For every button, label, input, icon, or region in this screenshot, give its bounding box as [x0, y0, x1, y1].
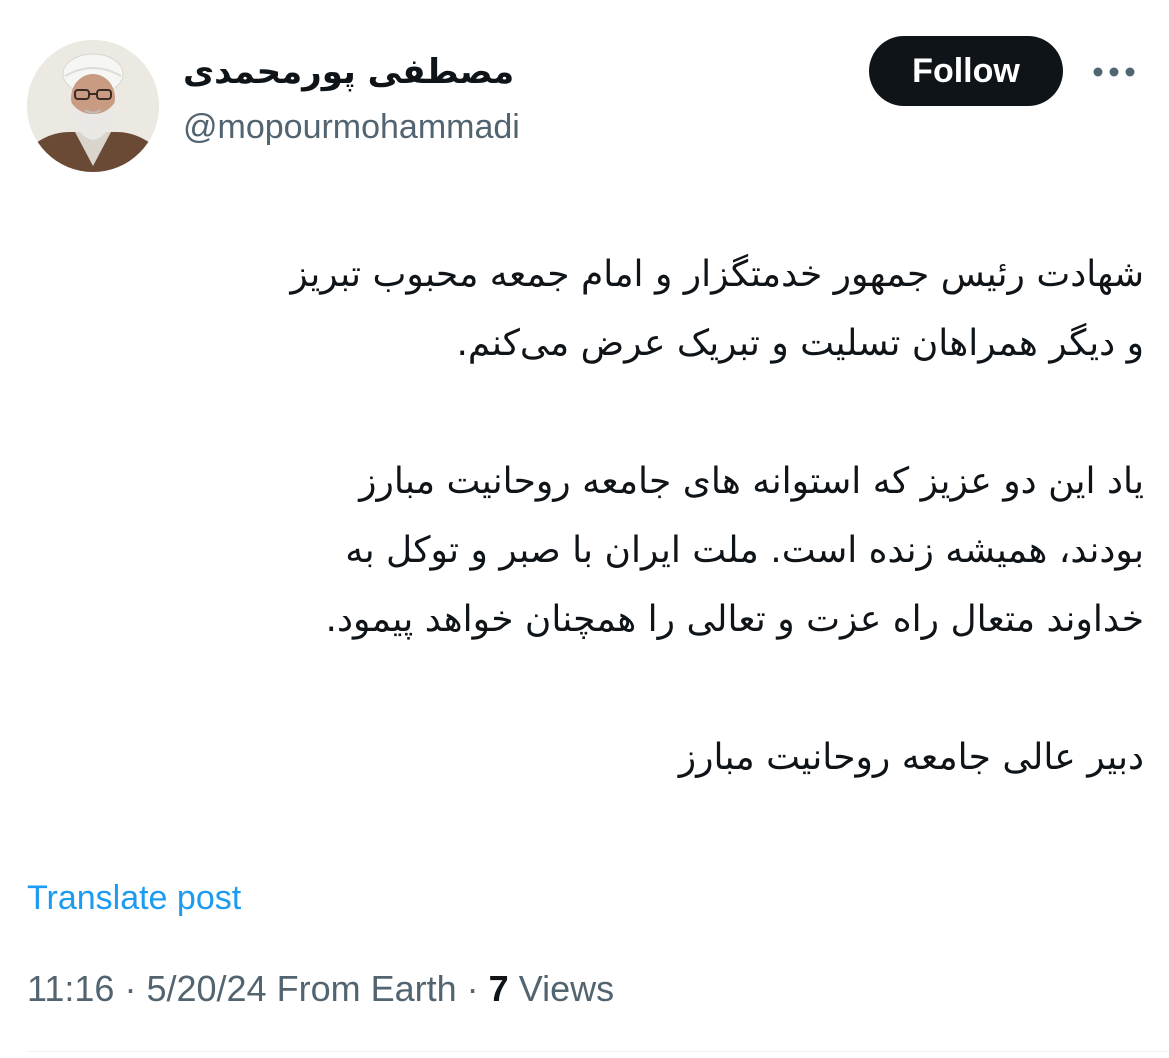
post-meta: 11:16 · 5/20/24 From Earth · 7 Views [27, 966, 614, 1012]
post-line: دبیر عالی جامعه روحانیت مبارز [678, 737, 1144, 778]
more-horizontal-icon [1093, 67, 1135, 77]
translate-post-link[interactable]: Translate post [27, 876, 241, 920]
follow-button[interactable]: Follow [869, 36, 1063, 106]
meta-separator: · [124, 968, 137, 1009]
more-options-button[interactable] [1088, 52, 1140, 92]
avatar[interactable] [27, 40, 159, 172]
views-label: Views [518, 968, 615, 1009]
meta-separator: · [466, 968, 479, 1009]
views-count: 7 [488, 968, 509, 1009]
post-line: یاد این دو عزیز که استوانه های جامعه روح… [359, 461, 1144, 502]
post-date[interactable]: 5/20/24 [146, 968, 266, 1009]
divider [27, 1051, 1169, 1052]
post-line: بودند، همیشه زنده است. ملت ایران با صبر … [345, 530, 1144, 571]
post-line: خداوند متعال راه عزت و تعالی را همچنان خ… [325, 599, 1144, 640]
post-time[interactable]: 11:16 [27, 968, 114, 1009]
tweet: مصطفی پورمحمدی @mopourmohammadi Follow ش… [0, 0, 1169, 1058]
post-line: و دیگر همراهان تسلیت و تبریک عرض می‌کنم. [456, 323, 1144, 364]
post-line: شهادت رئیس جمهور خدمتگزار و امام جمعه مح… [290, 254, 1144, 295]
post-source: From Earth [276, 968, 457, 1009]
avatar-image [27, 40, 159, 172]
user-handle[interactable]: @mopourmohammadi [183, 105, 520, 149]
post-text: شهادت رئیس جمهور خدمتگزار و امام جمعه مح… [24, 240, 1144, 792]
display-name[interactable]: مصطفی پورمحمدی [183, 50, 514, 94]
